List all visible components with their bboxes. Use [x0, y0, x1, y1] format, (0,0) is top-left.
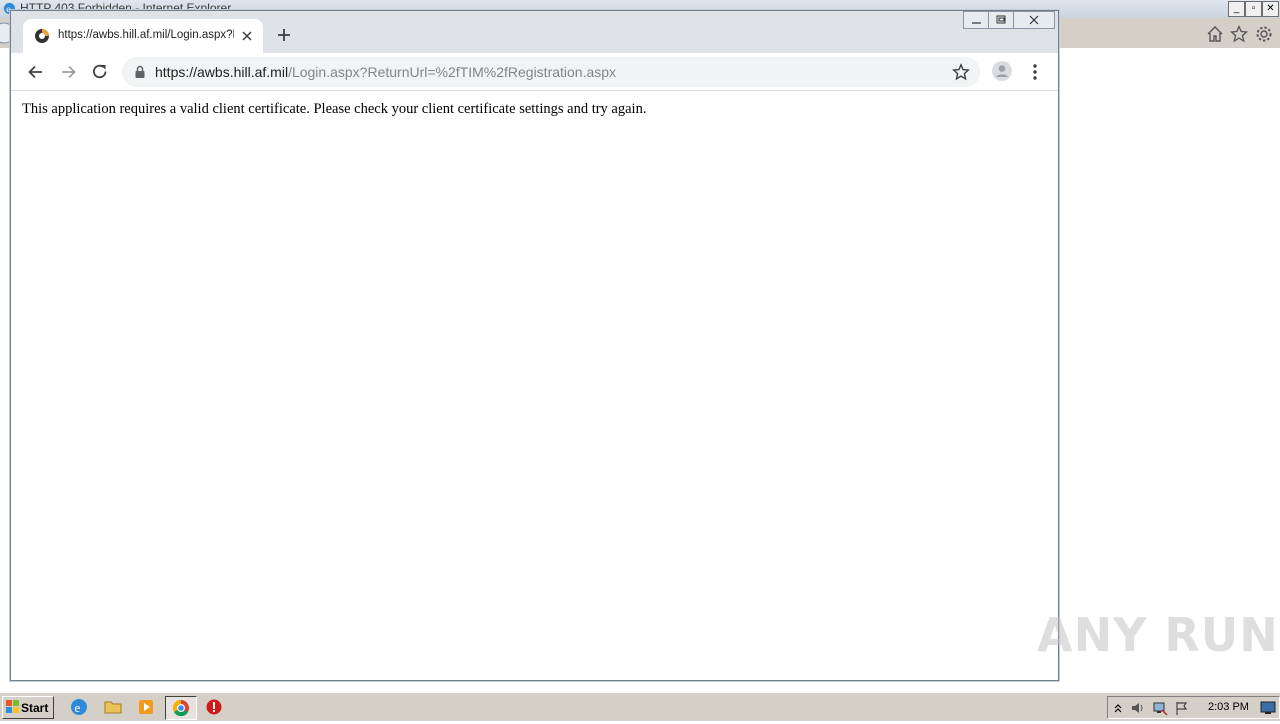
- page-content: This application requires a valid client…: [11, 91, 1058, 680]
- tab-title: https://awbs.hill.af.mil/Login.aspx?R: [58, 29, 234, 41]
- close-window-button[interactable]: [1013, 11, 1055, 29]
- chevron-up-icon[interactable]: [1110, 700, 1126, 716]
- url-path: /Login.aspx?ReturnUrl=%2fTIM%2fRegistrat…: [288, 64, 617, 80]
- star-icon[interactable]: [952, 63, 970, 81]
- arrow-right-icon[interactable]: [58, 62, 78, 82]
- chrome-icon: [172, 699, 189, 717]
- show-desktop-icon[interactable]: [1260, 700, 1276, 716]
- globe-icon: [35, 29, 49, 43]
- url-host: https://awbs.hill.af.mil: [155, 64, 289, 80]
- flag-icon[interactable]: [1174, 700, 1190, 716]
- restore-icon: [996, 15, 1006, 24]
- start-button[interactable]: Start: [2, 696, 54, 719]
- arrow-left-icon[interactable]: [26, 62, 46, 82]
- watermark: ANY RUN: [1037, 608, 1279, 662]
- kebab-menu-icon[interactable]: [1027, 62, 1043, 82]
- error-message: This application requires a valid client…: [22, 101, 647, 117]
- ie-minimize-button[interactable]: _: [1228, 1, 1245, 17]
- svg-text:e: e: [75, 700, 81, 715]
- plus-icon[interactable]: [275, 26, 293, 44]
- close-icon[interactable]: [239, 28, 255, 44]
- windows-flag-icon: [6, 700, 19, 713]
- start-label: Start: [21, 701, 49, 715]
- close-window-icon: [1029, 15, 1039, 25]
- minimize-icon: [972, 22, 981, 24]
- file-explorer-icon: [104, 701, 122, 714]
- ie-close-button[interactable]: ✕: [1262, 1, 1279, 17]
- clock[interactable]: 2:03 PM: [1208, 701, 1249, 713]
- reload-icon[interactable]: [90, 62, 110, 82]
- internet-explorer-icon: e: [71, 699, 87, 715]
- taskbar-media-player[interactable]: [131, 696, 161, 718]
- active-tab[interactable]: https://awbs.hill.af.mil/Login.aspx?R: [23, 19, 263, 53]
- profile-icon[interactable]: [992, 61, 1012, 81]
- favorites-star-icon[interactable]: [1230, 25, 1248, 43]
- system-tray: 2:03 PM: [1107, 696, 1280, 719]
- url-text[interactable]: https://awbs.hill.af.mil/Login.aspx?Retu…: [155, 64, 616, 80]
- taskbar: Start e 2:03 PM: [0, 692, 1280, 721]
- ie-restore-button[interactable]: ▫: [1245, 1, 1262, 17]
- lock-icon[interactable]: [134, 65, 146, 79]
- taskbar-file-explorer[interactable]: [98, 696, 128, 718]
- taskbar-stop-app[interactable]: [199, 696, 229, 718]
- media-player-icon: [139, 700, 153, 714]
- restore-button[interactable]: [988, 11, 1015, 29]
- taskbar-chrome[interactable]: [165, 696, 197, 720]
- chrome-toolbar: https://awbs.hill.af.mil/Login.aspx?Retu…: [11, 53, 1058, 91]
- gear-icon[interactable]: [1255, 25, 1273, 43]
- taskbar-internet-explorer[interactable]: e: [64, 696, 94, 718]
- tab-strip: https://awbs.hill.af.mil/Login.aspx?R: [11, 11, 1058, 53]
- address-bar[interactable]: https://awbs.hill.af.mil/Login.aspx?Retu…: [122, 57, 980, 87]
- volume-icon[interactable]: [1130, 700, 1146, 716]
- network-icon[interactable]: [1152, 700, 1168, 716]
- stop-icon: [206, 699, 222, 715]
- home-icon[interactable]: [1206, 25, 1224, 43]
- chrome-window: https://awbs.hill.af.mil/Login.aspx?R ht…: [10, 10, 1059, 681]
- minimize-button[interactable]: [963, 11, 990, 29]
